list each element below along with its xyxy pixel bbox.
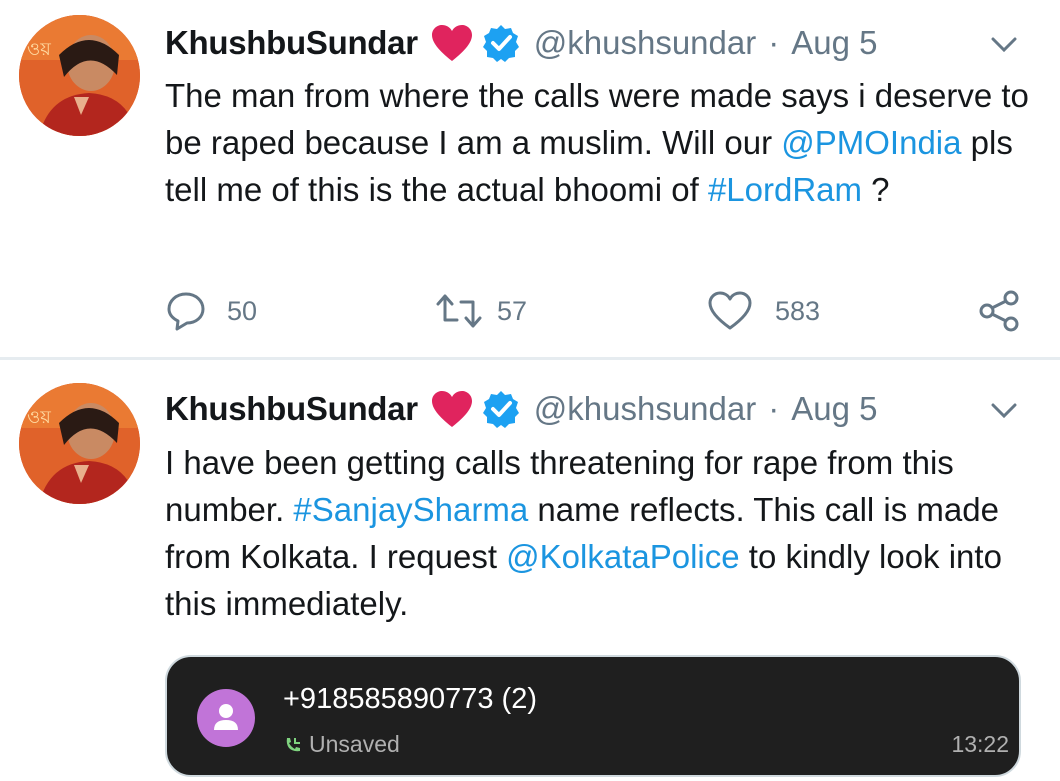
separator: · (768, 390, 780, 427)
tweet-header: KhushbuSundar @khushsundar · Aug 5 (165, 383, 877, 435)
avatar[interactable]: ওয় (19, 383, 140, 504)
heart-icon (431, 391, 472, 427)
call-time: 13:22 (951, 731, 1009, 757)
timestamp[interactable]: Aug 5 (791, 390, 877, 428)
contact-avatar-icon (197, 689, 255, 747)
hashtag-link[interactable]: #SanjaySharma (293, 491, 528, 528)
handle[interactable]: @khushsundar (534, 390, 756, 428)
verified-badge-icon (482, 391, 519, 428)
display-name[interactable]: KhushbuSundar (165, 390, 418, 428)
call-status: Unsaved (283, 731, 400, 758)
tweet-media-image[interactable]: +918585890773 (2) Unsaved 13:22 (165, 655, 1021, 777)
chevron-down-icon[interactable] (990, 401, 1018, 421)
mention-link[interactable]: @KolkataPolice (506, 538, 739, 575)
incoming-call-icon (286, 737, 300, 751)
svg-text:ওয়: ওয় (27, 407, 51, 428)
tweet-text: I have been getting calls threatening fo… (165, 439, 1045, 627)
phone-number: +918585890773 (2) (283, 683, 537, 715)
call-status-label: Unsaved (309, 731, 400, 757)
tweet[interactable]: ওয় KhushbuSundar @khushsundar · Aug 5 I… (0, 0, 1060, 781)
